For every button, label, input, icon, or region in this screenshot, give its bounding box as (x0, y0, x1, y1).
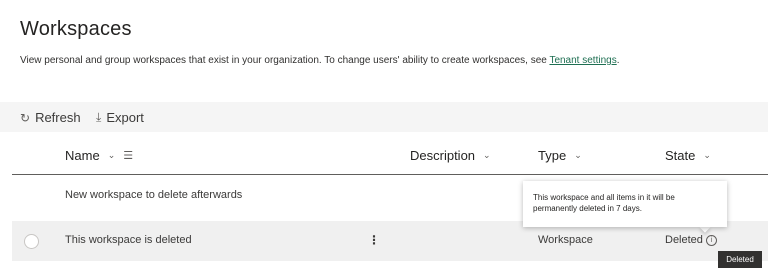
export-label: Export (106, 110, 144, 125)
chevron-down-icon: ⌄ (107, 150, 116, 160)
refresh-label: Refresh (35, 110, 81, 125)
state-label: Deleted (665, 234, 703, 246)
column-header-description[interactable]: Description ⌄ (410, 148, 491, 163)
chevron-down-icon: ⌄ (703, 150, 711, 160)
state-tooltip: Deleted (718, 251, 762, 268)
column-header-state[interactable]: State ⌄ (665, 148, 711, 163)
column-name-label: Name (65, 148, 100, 163)
workspace-name[interactable]: New workspace to delete afterwards (65, 189, 242, 201)
toolbar: ↻ Refresh ⤓ Export (0, 102, 768, 132)
column-type-label: Type (538, 148, 567, 163)
chevron-down-icon: ⌄ (483, 150, 491, 160)
column-header-type[interactable]: Type ⌄ (538, 148, 582, 163)
column-header-name[interactable]: Name ⌄ ☰ (65, 148, 133, 163)
refresh-icon: ↻ (20, 110, 31, 125)
description-end: . (616, 55, 620, 66)
table-row[interactable]: This workspace is deleted ⋮ Workspace De… (12, 221, 768, 261)
download-icon: ⤓ (96, 110, 102, 124)
workspace-name[interactable]: This workspace is deleted (65, 234, 192, 246)
row-select-radio[interactable] (24, 234, 39, 249)
page-description: View personal and group workspaces that … (20, 55, 619, 66)
workspace-type: Workspace (538, 234, 593, 246)
table-header: Name ⌄ ☰ Description ⌄ Type ⌄ State ⌄ (0, 140, 768, 174)
description-text: View personal and group workspaces that … (20, 55, 550, 66)
export-button[interactable]: ⤓ Export (96, 110, 144, 125)
chevron-down-icon: ⌄ (574, 150, 582, 160)
workspace-state: Deleted i (665, 234, 717, 246)
column-state-label: State (665, 148, 696, 163)
tenant-settings-link[interactable]: Tenant settings (549, 55, 616, 66)
page-title: Workspaces (20, 18, 132, 40)
filter-icon[interactable]: ☰ (123, 149, 133, 162)
header-divider (12, 174, 768, 175)
callout-text: This workspace and all items in it will … (533, 193, 675, 213)
column-description-label: Description (410, 148, 476, 163)
info-icon[interactable]: i (705, 235, 717, 246)
more-options-icon[interactable]: ⋮ (368, 233, 380, 247)
deletion-callout: This workspace and all items in it will … (523, 181, 727, 227)
refresh-button[interactable]: ↻ Refresh (20, 110, 81, 125)
